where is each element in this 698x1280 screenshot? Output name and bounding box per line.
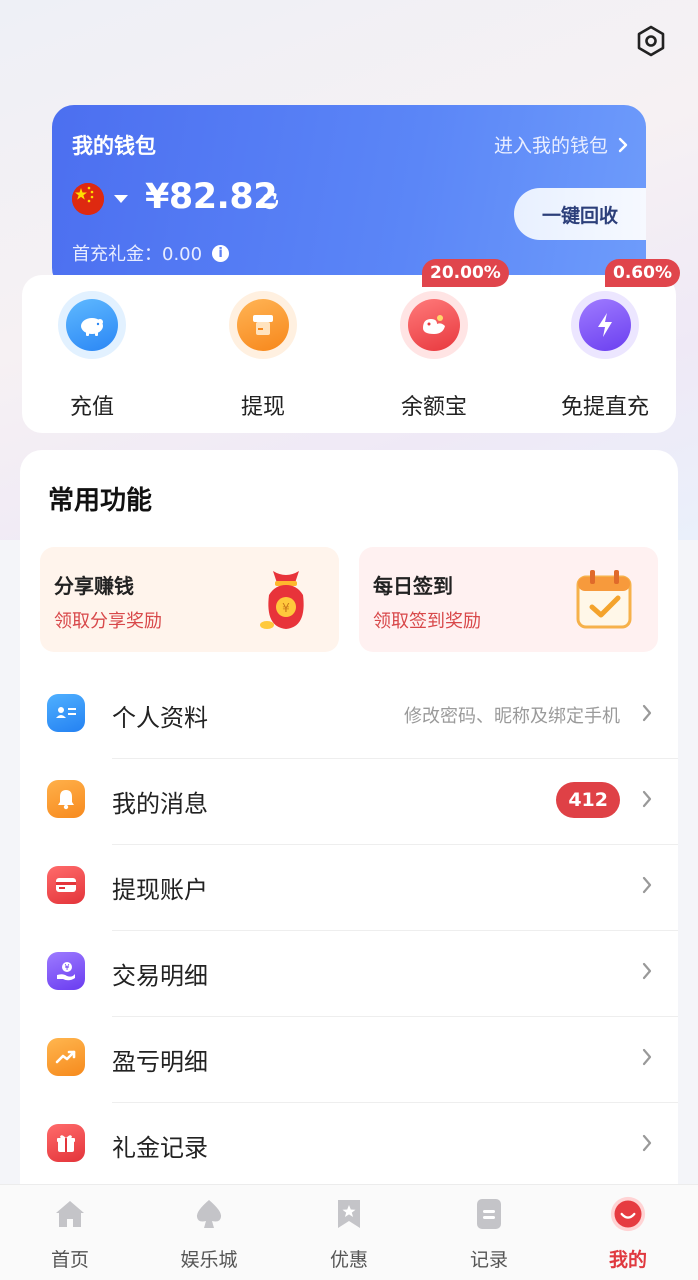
spade-icon (191, 1195, 227, 1233)
unread-count-badge: 412 (556, 782, 620, 818)
smile-face-icon (610, 1195, 646, 1233)
svg-text:¥: ¥ (64, 963, 69, 972)
daily-checkin-title: 每日签到 (373, 574, 453, 598)
action-balance-treasure-label: 余额宝 (400, 395, 467, 420)
menu-label-bonus-records: 礼金记录 (112, 1134, 208, 1162)
home-icon (52, 1195, 88, 1233)
enter-wallet-label: 进入我的钱包 (493, 135, 608, 157)
tab-mine-label: 我的 (608, 1249, 647, 1271)
menu-label-transactions: 交易明细 (112, 962, 208, 990)
action-direct-recharge[interactable]: 免提直充 (535, 275, 675, 433)
tab-casino-label: 娱乐城 (180, 1249, 238, 1271)
lightning-icon (579, 299, 631, 351)
enter-wallet-link[interactable]: 进入我的钱包 (494, 131, 628, 158)
menu-item-profit-loss[interactable]: 盈亏明细 (20, 1016, 678, 1102)
hand-coin-icon: ¥ (47, 952, 85, 990)
action-recharge[interactable]: 充值 (22, 275, 162, 433)
action-withdraw-label: 提现 (240, 395, 285, 420)
bookmark-star-icon (331, 1195, 367, 1233)
info-icon[interactable]: i (212, 244, 230, 262)
withdraw-icon (237, 299, 289, 351)
direct-recharge-rate-badge: 0.60% (605, 259, 680, 287)
tab-home[interactable]: 首页 (0, 1185, 140, 1280)
action-direct-recharge-label: 免提直充 (560, 395, 649, 420)
refresh-icon[interactable] (258, 189, 282, 213)
menu-label-profit-loss: 盈亏明细 (112, 1048, 208, 1076)
bank-card-icon (47, 866, 85, 904)
chevron-right-icon (642, 962, 652, 980)
action-withdraw[interactable]: 提现 (193, 275, 333, 433)
chevron-right-icon (642, 1134, 652, 1152)
menu-item-withdraw-account[interactable]: 提现账户 (20, 844, 678, 930)
daily-checkin-card[interactable]: 每日签到 领取签到奖励 (359, 547, 658, 652)
document-icon (471, 1195, 507, 1233)
money-bag-icon: ¥ (260, 571, 304, 629)
quick-actions-panel: 充值 提现 余额宝 20.00% 免提直充 0.60% (22, 259, 680, 433)
tab-records[interactable]: 记录 (419, 1185, 559, 1280)
wallet-title: 我的钱包 (72, 134, 156, 158)
menu-item-messages[interactable]: 我的消息 412 (20, 758, 678, 844)
share-earn-title: 分享赚钱 (54, 574, 134, 598)
bottom-tab-bar: 首页 娱乐城 优惠 记录 我的 (0, 1184, 698, 1280)
calendar-check-icon (576, 570, 632, 629)
tab-casino[interactable]: 娱乐城 (139, 1185, 279, 1280)
tab-home-label: 首页 (50, 1249, 89, 1271)
chevron-right-icon (642, 1048, 652, 1066)
common-features-panel: 常用功能 分享赚钱 领取分享奖励 ¥ 每日签到 领取签到奖励 个人资料 修改密码… (20, 450, 678, 1210)
profile-card-icon (47, 694, 85, 732)
settings-hexagon-icon (637, 25, 665, 57)
tab-records-label: 记录 (469, 1249, 508, 1271)
tab-promotions[interactable]: 优惠 (279, 1185, 419, 1280)
action-balance-treasure[interactable]: 余额宝 (364, 275, 504, 433)
daily-checkin-subtitle: 领取签到奖励 (373, 611, 481, 632)
balance-treasure-icon (408, 299, 460, 351)
currency-dropdown-caret-icon[interactable] (114, 195, 128, 203)
share-earn-card[interactable]: 分享赚钱 领取分享奖励 ¥ (40, 547, 339, 652)
share-earn-subtitle: 领取分享奖励 (54, 611, 162, 632)
section-title: 常用功能 (48, 486, 153, 516)
first-deposit-bonus: 首充礼金：0.00 i (72, 240, 230, 266)
chevron-right-icon (642, 876, 652, 894)
balance-treasure-rate-badge: 20.00% (422, 259, 509, 287)
bell-icon (47, 780, 85, 818)
menu-item-bonus-records[interactable]: 礼金记录 (20, 1102, 678, 1188)
trend-up-icon (47, 1038, 85, 1076)
chevron-right-icon (618, 137, 628, 152)
menu-label-messages: 我的消息 (112, 790, 208, 818)
action-recharge-label: 充值 (69, 395, 114, 420)
chevron-right-icon (642, 790, 652, 808)
gift-icon (47, 1124, 85, 1162)
menu-label-profile: 个人资料 (112, 704, 208, 732)
menu-label-withdraw-account: 提现账户 (112, 876, 208, 904)
first-deposit-bonus-label: 首充礼金：0.00 (72, 244, 203, 265)
one-click-recover-button[interactable]: 一键回收 (514, 188, 646, 240)
wallet-card: 我的钱包 进入我的钱包 ¥82.82 一键回收 首充礼金：0.00 i (52, 105, 646, 290)
menu-item-transactions[interactable]: ¥ 交易明细 (20, 930, 678, 1016)
menu-hint-profile: 修改密码、昵称及绑定手机 (404, 706, 620, 727)
tab-mine[interactable]: 我的 (558, 1185, 698, 1280)
tab-promotions-label: 优惠 (329, 1249, 368, 1271)
piggy-bank-icon (66, 299, 118, 351)
settings-button[interactable] (632, 22, 670, 60)
chevron-right-icon (642, 704, 652, 722)
svg-text:¥: ¥ (282, 601, 290, 615)
menu-item-profile[interactable]: 个人资料 修改密码、昵称及绑定手机 (20, 672, 678, 758)
china-flag-icon[interactable] (72, 183, 104, 215)
